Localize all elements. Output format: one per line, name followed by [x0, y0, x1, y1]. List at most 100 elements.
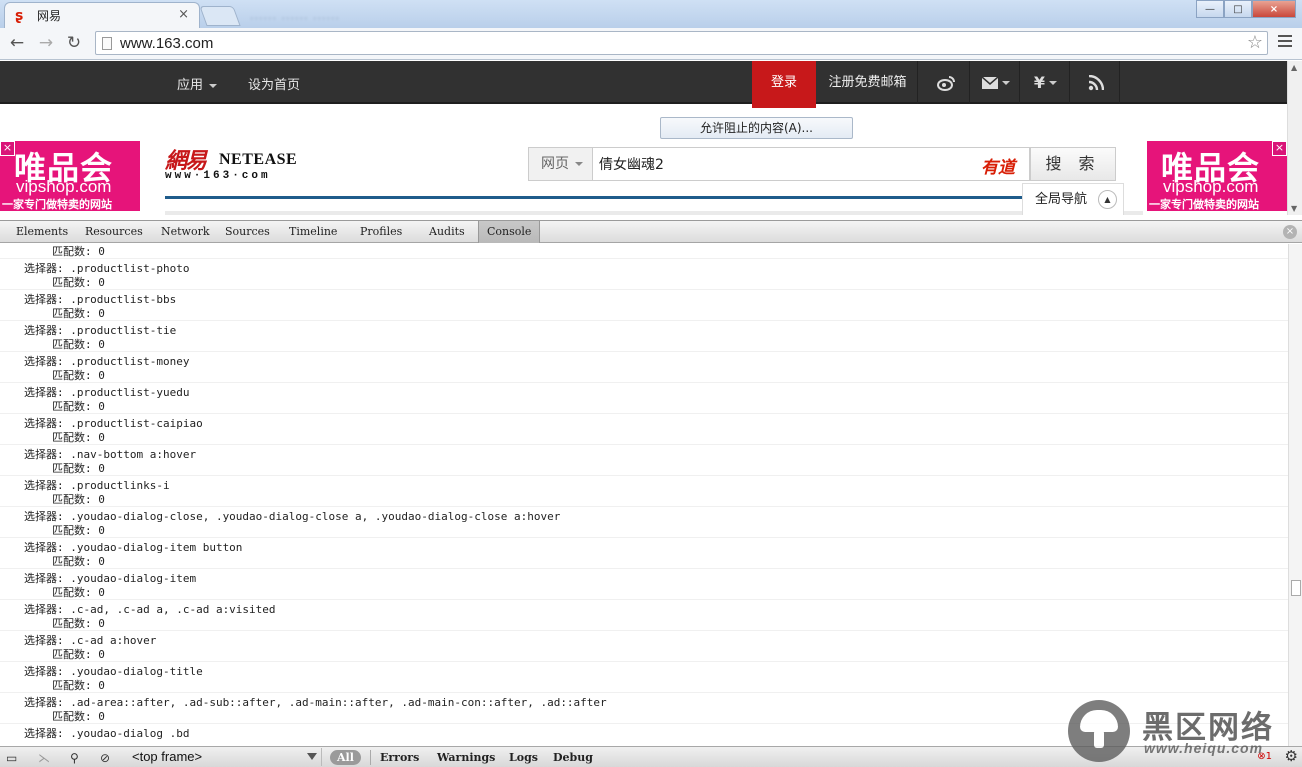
rss-icon[interactable] — [1072, 61, 1120, 104]
maximize-button[interactable]: □ — [1224, 0, 1252, 18]
ad-close-icon[interactable]: × — [0, 141, 15, 156]
console-entry: 选择器: .productlist-caipiao 匹配数: 0 — [0, 414, 1288, 445]
mail-icon[interactable] — [972, 61, 1020, 104]
scroll-down-icon[interactable]: ▼ — [1291, 204, 1297, 213]
netease-favicon-icon: ʂ — [15, 7, 24, 24]
console-selector-text: 选择器: .ad-area::after, .ad-sub::after, .a… — [24, 696, 607, 709]
reload-icon[interactable]: ↻ — [63, 32, 85, 54]
console-count-text: 匹配数: 0 — [52, 369, 105, 382]
forward-arrow-icon[interactable]: → — [35, 32, 57, 54]
tab-audits[interactable]: Audits — [421, 221, 473, 243]
tab-network[interactable]: Network — [153, 221, 218, 243]
divider — [165, 211, 1143, 215]
console-entry: 选择器: .nav-bottom a:hover 匹配数: 0 — [0, 445, 1288, 476]
address-bar[interactable]: ☆ — [95, 31, 1268, 55]
ad-close-icon[interactable]: × — [1272, 141, 1287, 156]
chevron-up-icon: ▲ — [1098, 190, 1117, 209]
search-input[interactable] — [593, 147, 1030, 181]
clear-console-icon[interactable]: ⊘ — [100, 749, 110, 766]
ad-url: vipshop.com — [1163, 177, 1259, 196]
tab-close-icon[interactable]: × — [178, 7, 189, 22]
console-entry: 选择器: .youdao-dialog-item button 匹配数: 0 — [0, 538, 1288, 569]
url-input[interactable] — [120, 34, 1240, 52]
console-count-text: 匹配数: 0 — [52, 586, 105, 599]
tab-timeline[interactable]: Timeline — [281, 221, 345, 243]
chrome-menu-icon[interactable] — [1278, 35, 1292, 50]
apps-menu[interactable]: 应用 — [177, 74, 218, 93]
filter-all[interactable]: All — [330, 750, 361, 765]
frame-select[interactable]: <top frame> — [126, 748, 322, 766]
browser-tab-active[interactable]: ʂ 网易 × — [4, 2, 200, 28]
page-viewport: 应用 设为首页 登录 注册免费邮箱 ¥ ▲ ▼ 允许阻止的内容(A)... × … — [0, 61, 1302, 215]
scroll-up-icon[interactable]: ▲ — [1291, 63, 1297, 72]
console-count-text: 匹配数: 0 — [52, 431, 105, 444]
filter-warnings[interactable]: Warnings — [437, 750, 495, 765]
tab-sources[interactable]: Sources — [217, 221, 278, 243]
search-bar: 网页 有道 搜 索 — [528, 147, 1118, 181]
search-icon[interactable]: ⚲ — [70, 749, 79, 766]
console-scrollbar[interactable] — [1288, 244, 1302, 747]
console-count-text: 匹配数: 0 — [52, 710, 105, 723]
netease-logo[interactable]: 網易 NETEASE www·163·com — [165, 143, 297, 188]
console-drawer-icon[interactable]: ⋋ — [38, 749, 50, 766]
console-count-text: 匹配数: 0 — [52, 245, 105, 258]
ad-slogan: 一家专门做特卖的网站 — [2, 198, 112, 211]
console-count-text: 匹配数: 0 — [52, 555, 105, 568]
login-button[interactable]: 登录 — [752, 61, 816, 108]
global-nav-label: 全局导航 — [1035, 192, 1088, 207]
set-homepage-link[interactable]: 设为首页 — [248, 74, 300, 93]
dock-icon[interactable]: ▭ — [6, 749, 17, 766]
window-controls: — □ × — [1196, 0, 1296, 18]
filter-errors[interactable]: Errors — [380, 750, 419, 765]
console-selector-text: 选择器: .productlist-photo — [24, 262, 190, 275]
logo-domain: www·163·com — [165, 170, 271, 182]
window-titlebar: ʂ 网易 × ...... ...... ...... — □ × — [0, 0, 1302, 28]
separator — [370, 750, 371, 765]
console-selector-text: 选择器: .youdao-dialog-item — [24, 572, 197, 585]
console-entry: 选择器: .productlist-money 匹配数: 0 — [0, 352, 1288, 383]
filter-debug[interactable]: Debug — [553, 750, 593, 765]
global-nav-button[interactable]: 全局导航 ▲ — [1022, 183, 1124, 215]
vipshop-ad-right[interactable]: × 唯品会 vipshop.com 一家专门做特卖的网站 — [1147, 141, 1287, 211]
console-count-text: 匹配数: 0 — [52, 462, 105, 475]
tab-elements[interactable]: Elements — [8, 221, 76, 243]
tab-profiles[interactable]: Profiles — [352, 221, 410, 243]
console-entry: 选择器: .productlist-tie 匹配数: 0 — [0, 321, 1288, 352]
search-button[interactable]: 搜 索 — [1030, 147, 1116, 181]
register-mail-link[interactable]: 注册免费邮箱 — [818, 61, 918, 104]
youdao-logo: 有道 — [981, 158, 1015, 178]
back-arrow-icon[interactable]: ← — [6, 32, 28, 54]
search-type-select[interactable]: 网页 — [528, 147, 593, 181]
console-selector-text: 选择器: .productlist-caipiao — [24, 417, 203, 430]
tab-console[interactable]: Console — [478, 221, 541, 243]
watermark-url: www.heiqu.com — [1144, 740, 1264, 756]
console-entry: 选择器: .productlist-yuedu匹配数: 0 — [0, 383, 1288, 414]
minimize-button[interactable]: — — [1196, 0, 1224, 18]
heiqu-watermark: 黑区网络 www.heiqu.com — [1068, 700, 1290, 766]
weibo-icon[interactable] — [922, 61, 970, 104]
console-entry: 选择器: .youdao-dialog-item 匹配数: 0 — [0, 569, 1288, 600]
allow-blocked-content-button[interactable]: 允许阻止的内容(A)... — [660, 117, 853, 139]
vipshop-ad-left[interactable]: × 唯品会 vipshop.com 一家专门做特卖的网站 — [0, 141, 140, 211]
console-selector-text: 选择器: .productlist-money — [24, 355, 190, 368]
console-output: 选择器: .productlist-yuedu匹配数: 0选择器: .produ… — [0, 244, 1288, 747]
console-count-text: 匹配数: 0 — [52, 276, 105, 289]
apps-label: 应用 — [177, 78, 204, 93]
search-type-label: 网页 — [541, 156, 569, 172]
console-entry: 选择器: .productlist-bbs 匹配数: 0 — [0, 290, 1288, 321]
filter-logs[interactable]: Logs — [509, 750, 538, 765]
console-entry: 选择器: .c-ad, .c-ad a, .c-ad a:visited 匹配数:… — [0, 600, 1288, 631]
console-selector-text: 选择器: .youdao-dialog .bd — [24, 727, 190, 740]
page-icon — [102, 37, 112, 50]
blurred-background-tabs: ...... ...... ...... — [250, 9, 340, 22]
new-tab-button[interactable] — [199, 6, 241, 26]
devtools-close-icon[interactable]: × — [1283, 225, 1297, 239]
yuan-icon[interactable]: ¥ — [1022, 61, 1070, 104]
close-window-button[interactable]: × — [1252, 0, 1296, 18]
chevron-down-icon — [1049, 80, 1058, 85]
tab-resources[interactable]: Resources — [77, 221, 151, 243]
page-scrollbar[interactable]: ▲ ▼ — [1287, 61, 1302, 215]
frame-select-value: <top frame> — [132, 749, 203, 764]
bookmark-star-icon[interactable]: ☆ — [1247, 32, 1263, 53]
scrollbar-thumb[interactable] — [1291, 580, 1301, 596]
